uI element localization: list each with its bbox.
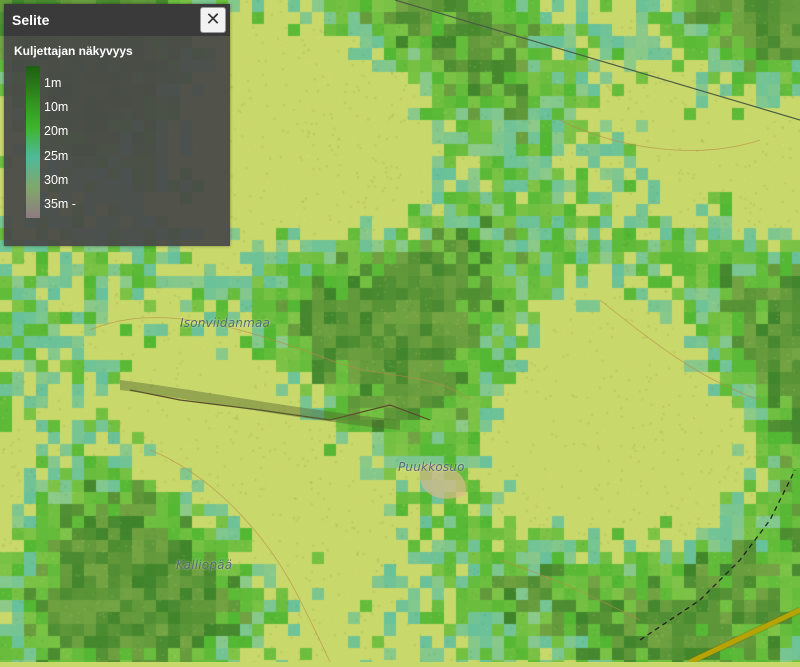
legend-tick-20m: 20m xyxy=(44,124,69,138)
place-label-kalliopaa: Kalliopää xyxy=(176,558,233,572)
place-label-puukkosuo: Puukkosuo xyxy=(398,460,465,474)
legend-tick-35m: 35m - xyxy=(44,197,76,211)
close-icon: ✕ xyxy=(205,9,221,29)
contour-2 xyxy=(149,449,331,662)
contour-4 xyxy=(559,119,761,151)
main-road-edge xyxy=(688,606,800,662)
legend-tick-10m: 10m xyxy=(44,100,69,114)
legend-tick-1m: 1m xyxy=(44,76,62,90)
legend-header: Selite ✕ xyxy=(4,4,230,36)
contour-5 xyxy=(599,299,761,401)
legend-subtitle: Kuljettajan näkyvyys xyxy=(14,44,133,58)
ridge-shadow xyxy=(120,380,400,430)
legend-tick-30m: 30m xyxy=(44,173,69,187)
legend-color-ramp xyxy=(26,66,40,218)
place-label-isonviidanmaa: Isonviidanmaa xyxy=(180,316,271,330)
road-dashed xyxy=(639,469,796,641)
legend-title: Selite xyxy=(12,12,50,28)
legend-tick-25m: 25m xyxy=(44,149,69,163)
contour-3 xyxy=(499,559,641,621)
close-button[interactable]: ✕ xyxy=(200,7,226,33)
power-line xyxy=(394,0,800,121)
legend-panel: Selite ✕ Kuljettajan näkyvyys 1m 10m 20m… xyxy=(4,4,230,246)
